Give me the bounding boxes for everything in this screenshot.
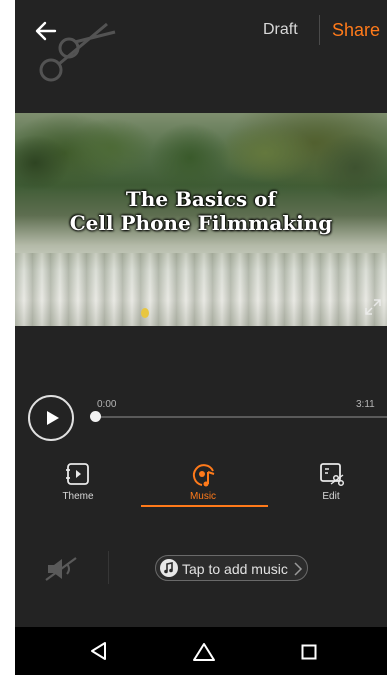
tab-theme[interactable]: Theme: [38, 462, 118, 502]
music-row-divider: [108, 551, 109, 584]
time-current: 0:00: [97, 399, 117, 410]
share-button[interactable]: Share: [332, 20, 380, 41]
system-nav-bar: [15, 627, 387, 675]
video-flower: [141, 308, 149, 318]
music-note-icon: [160, 559, 178, 577]
active-tab-indicator: [141, 505, 268, 507]
back-button[interactable]: [29, 14, 63, 48]
arrow-left-icon: [35, 21, 57, 41]
fullscreen-button[interactable]: [363, 297, 383, 317]
seek-thumb[interactable]: [90, 411, 101, 422]
tab-theme-label: Theme: [62, 491, 94, 502]
mute-button[interactable]: [44, 556, 80, 582]
tab-edit[interactable]: Edit: [291, 462, 371, 502]
time-total: 3:11: [356, 399, 375, 410]
app-screen: Draft Share The Basics of Cell Phone Fil…: [15, 0, 387, 675]
chevron-right-icon: [294, 562, 303, 576]
video-title-line2: Cell Phone Filmmaking: [69, 211, 333, 235]
theme-icon: [66, 463, 89, 485]
seek-bar[interactable]: [95, 416, 387, 418]
nav-home-icon[interactable]: [192, 641, 216, 663]
video-title-overlay: The Basics of Cell Phone Filmmaking: [15, 187, 387, 235]
play-button[interactable]: [28, 395, 74, 441]
tab-music[interactable]: Music: [163, 462, 243, 502]
expand-icon: [365, 299, 381, 315]
tab-edit-label: Edit: [322, 491, 340, 502]
edit-icon: [320, 463, 345, 487]
video-reflection: [15, 253, 387, 326]
nav-recents-icon[interactable]: [301, 644, 317, 660]
draft-button[interactable]: Draft: [263, 21, 298, 39]
video-title-line1: The Basics of: [125, 187, 277, 211]
top-bar: Draft Share: [15, 0, 387, 100]
add-music-label: Tap to add music: [182, 561, 288, 577]
play-icon: [47, 411, 59, 425]
tab-music-label: Music: [189, 491, 217, 502]
video-preview[interactable]: The Basics of Cell Phone Filmmaking: [15, 113, 387, 326]
speaker-muted-icon: [45, 557, 77, 581]
music-icon: [192, 464, 215, 487]
header-divider: [319, 15, 320, 45]
nav-back-icon[interactable]: [89, 641, 109, 661]
add-music-button[interactable]: Tap to add music: [155, 555, 308, 581]
